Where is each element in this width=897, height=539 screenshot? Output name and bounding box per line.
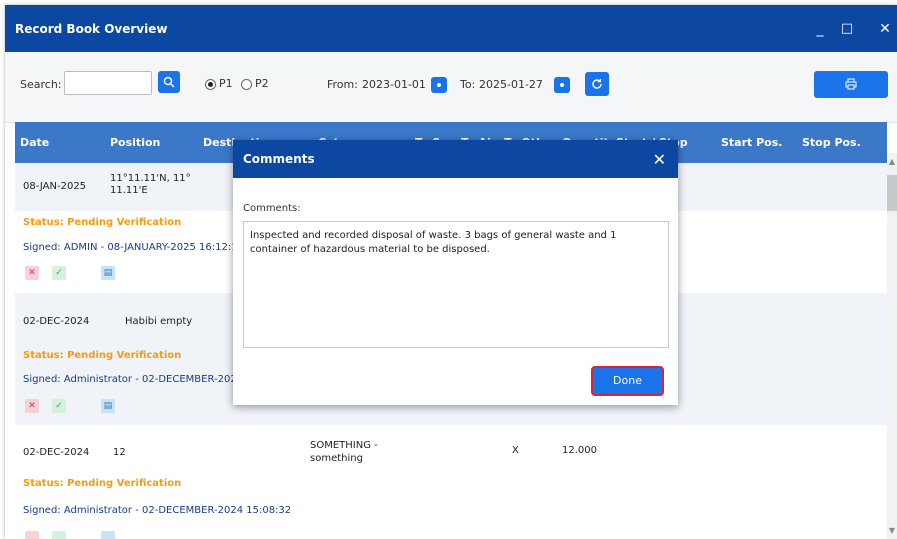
cell-date: 02-DEC-2024	[23, 447, 90, 458]
dialog-header: Comments ✕	[233, 140, 678, 178]
vertical-scrollbar[interactable]: ▲ ▼	[887, 153, 897, 539]
dialog-close-button[interactable]: ✕	[653, 150, 666, 169]
search-input[interactable]	[64, 71, 152, 95]
close-icon: ✕	[28, 268, 36, 278]
done-button[interactable]: Done	[591, 366, 664, 396]
close-button[interactable]: ✕	[875, 19, 895, 39]
reject-button[interactable]: ✕	[25, 399, 39, 413]
cell-to-sea: X	[512, 445, 519, 456]
printer-icon	[845, 78, 857, 90]
reject-button[interactable]	[25, 531, 39, 539]
comment-button[interactable]: ▤	[101, 399, 115, 413]
from-date-value: 2023-01-01	[362, 78, 426, 91]
cell-date: 02-DEC-2024	[23, 316, 90, 327]
refresh-icon	[592, 79, 602, 89]
close-icon: ✕	[28, 401, 36, 411]
radio-p1[interactable]	[205, 79, 216, 90]
window-title: Record Book Overview	[15, 22, 168, 36]
scroll-thumb[interactable]	[887, 175, 897, 211]
reject-button[interactable]: ✕	[25, 266, 39, 280]
cell-date: 08-JAN-2025	[23, 181, 87, 192]
print-button[interactable]	[814, 71, 888, 98]
scroll-up-icon[interactable]: ▲	[887, 157, 897, 166]
radio-p2-label: P2	[255, 77, 269, 90]
comment-icon: ▤	[103, 401, 113, 411]
check-icon: ✓	[55, 401, 63, 411]
status-label: Status: Pending Verification	[23, 217, 182, 228]
col-start-pos[interactable]: Start Pos.	[721, 136, 782, 149]
cell-quantity: 12.000	[562, 445, 597, 456]
comment-icon: ▤	[103, 268, 113, 278]
comment-button[interactable]	[101, 531, 115, 539]
dialog-title: Comments	[243, 152, 315, 166]
to-date-picker-button[interactable]	[554, 77, 570, 93]
verify-button[interactable]: ✓	[52, 399, 66, 413]
cell-position: 12	[113, 447, 126, 458]
check-icon: ✓	[55, 268, 63, 278]
toolbar: Search: P1 P2 From: 2023-01-01 To: 2025-…	[5, 52, 897, 123]
col-position[interactable]: Position	[110, 136, 160, 149]
search-button[interactable]	[158, 71, 180, 93]
comment-button[interactable]: ▤	[101, 266, 115, 280]
signed-label: Signed: ADMIN - 08-JANUARY-2025 16:12:19	[23, 242, 244, 253]
from-date-picker-button[interactable]	[431, 77, 447, 93]
search-label: Search:	[20, 78, 62, 91]
scroll-down-icon[interactable]: ▼	[887, 526, 897, 535]
comments-textarea[interactable]: Inspected and recorded disposal of waste…	[243, 221, 669, 348]
minimize-button[interactable]: _	[810, 19, 830, 39]
col-date[interactable]: Date	[20, 136, 49, 149]
cell-position: Habibi empty	[125, 316, 193, 327]
signed-label: Signed: Administrator - 02-DECEMBER-2024…	[23, 505, 292, 516]
to-date-value: 2025-01-27	[479, 78, 543, 91]
from-label: From:	[327, 78, 358, 91]
title-bar: Record Book Overview _ □ ✕	[5, 5, 897, 52]
status-label: Status: Pending Verification	[23, 350, 182, 361]
cell-category: SOMETHING - something	[310, 440, 378, 464]
table-row[interactable]: 02-DEC-2024 12 SOMETHING - something X 1…	[15, 425, 887, 539]
cell-position: 11°11.11'N, 11° 11.11'E	[110, 173, 191, 196]
maximize-button[interactable]: □	[837, 19, 857, 39]
refresh-button[interactable]	[585, 72, 609, 96]
verify-button[interactable]: ✓	[52, 266, 66, 280]
status-label: Status: Pending Verification	[23, 478, 182, 489]
radio-p1-label: P1	[219, 77, 233, 90]
col-stop-pos[interactable]: Stop Pos.	[802, 136, 861, 149]
comments-dialog: Comments ✕ Comments: Inspected and recor…	[233, 140, 678, 405]
comments-label: Comments:	[243, 203, 301, 214]
verify-button[interactable]	[52, 531, 66, 539]
to-label: To:	[460, 78, 476, 91]
signed-label: Signed: Administrator - 02-DECEMBER-2024…	[23, 374, 259, 385]
search-icon	[163, 76, 175, 88]
radio-p2[interactable]	[241, 79, 252, 90]
